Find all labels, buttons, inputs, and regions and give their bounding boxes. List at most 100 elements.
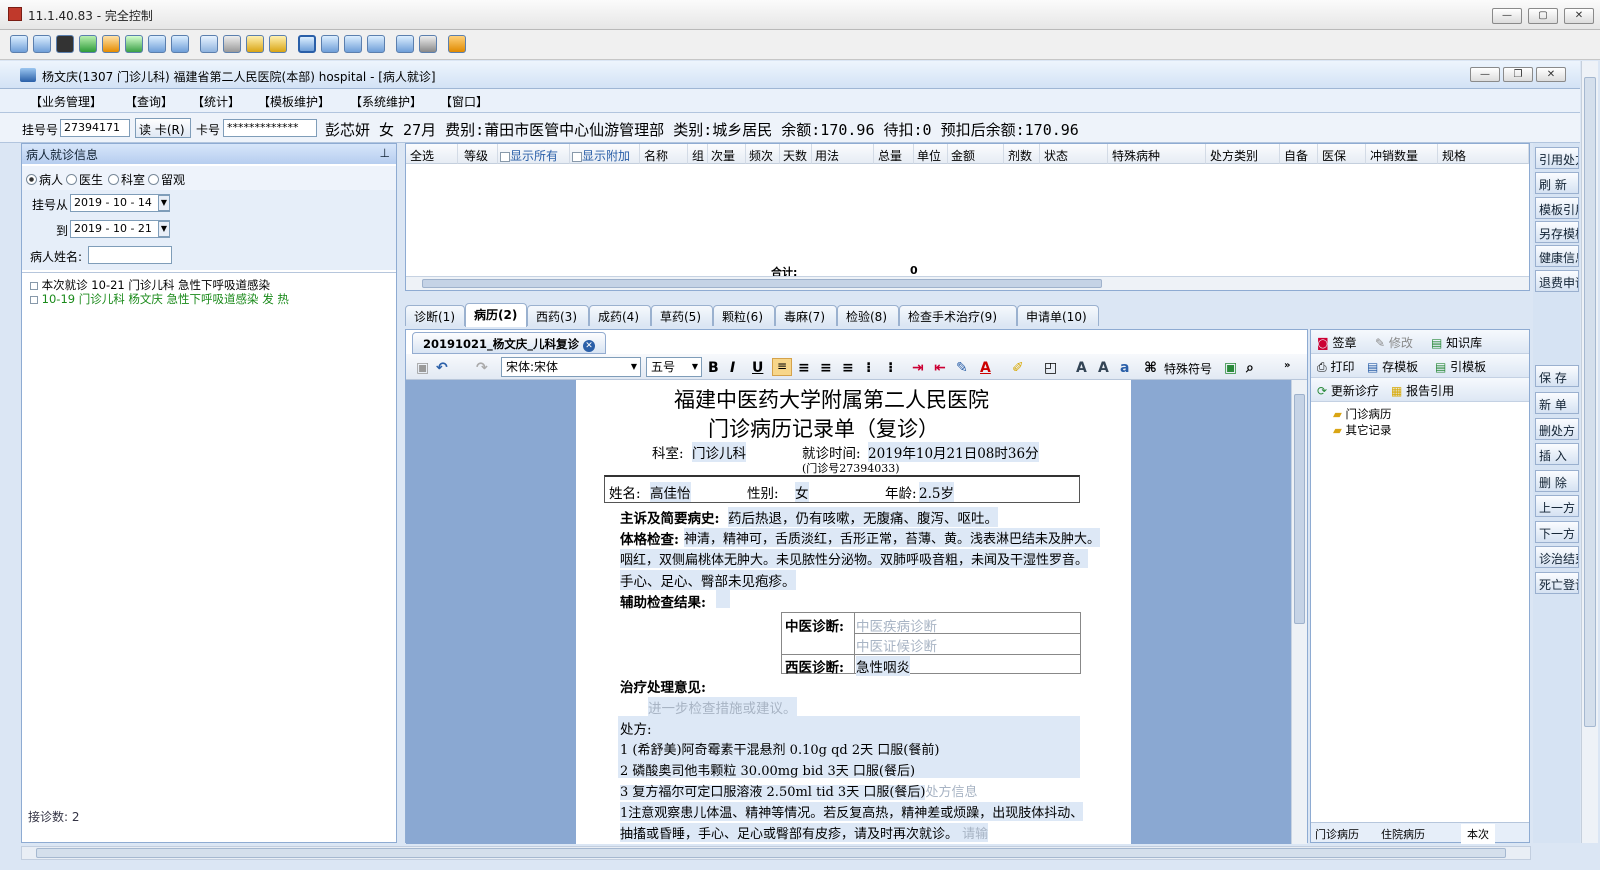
fit-icon[interactable]	[321, 35, 339, 53]
print-button[interactable]: ⎙ 打印	[1317, 358, 1354, 375]
copy-icon[interactable]	[396, 35, 414, 53]
expand-icon[interactable]	[30, 281, 38, 290]
bold-icon[interactable]: B	[708, 360, 719, 376]
tree-outpatient-record[interactable]: ▰ 门诊病历	[1333, 406, 1392, 422]
font-color-icon[interactable]: A	[980, 360, 991, 376]
align-left-icon[interactable]: ≡	[772, 358, 792, 376]
tab-herbal-medicine[interactable]: 草药(5)	[651, 305, 713, 326]
use-template-button[interactable]: ▤ 引模板	[1435, 358, 1486, 375]
chevron-down-icon[interactable]: ▼	[158, 195, 170, 211]
menu-system[interactable]: 【系统维护】	[350, 93, 422, 110]
indent-icon[interactable]: ⇥	[912, 360, 924, 376]
chat-icon[interactable]	[125, 35, 143, 53]
tab-medical-record[interactable]: 病历(2)	[465, 303, 527, 327]
template-quote-button[interactable]: 模板引用	[1535, 197, 1579, 219]
new-order-button[interactable]: 新 单	[1535, 392, 1579, 414]
scroll-thumb[interactable]	[1584, 77, 1596, 727]
tree-other-records[interactable]: ▰ 其它记录	[1333, 422, 1392, 438]
search-icon[interactable]: ⌕	[1246, 360, 1254, 376]
health-info-button[interactable]: 健康信息	[1535, 245, 1579, 267]
font-shrink-icon[interactable]: A	[1098, 360, 1109, 376]
tab-outpatient-record[interactable]: 门诊病历	[1315, 826, 1359, 842]
insert-icon[interactable]: ▣	[1224, 360, 1237, 376]
users-icon[interactable]	[223, 35, 241, 53]
message-icon[interactable]	[171, 35, 189, 53]
expand-icon[interactable]	[30, 295, 38, 304]
fullscreen-icon[interactable]	[298, 35, 316, 53]
upload-icon[interactable]	[200, 35, 218, 53]
screen-icon[interactable]	[33, 35, 51, 53]
tcm-disease-field[interactable]: 中医疾病诊断	[856, 615, 937, 635]
delete-rx-button[interactable]: 删处方	[1535, 418, 1579, 440]
radio-dept[interactable]: 科室	[108, 171, 145, 188]
lock-icon[interactable]	[269, 35, 287, 53]
main-vscroll[interactable]	[1581, 61, 1598, 843]
next-rx-button[interactable]: 下一方	[1535, 521, 1579, 543]
font-size-select[interactable]: 五号 ▼	[646, 357, 702, 377]
font-name-select[interactable]: 宋体:宋体 ▼	[501, 357, 641, 377]
wm-diagnosis[interactable]: 急性咽炎	[856, 656, 910, 676]
transfer-icon[interactable]	[79, 35, 97, 53]
more-icon[interactable]: »	[1284, 360, 1290, 371]
tree-item-previous[interactable]: 10-19 门诊儿科 杨文庆 急性下呼吸道感染 发 热	[30, 291, 289, 307]
modify-button[interactable]: ✎ 修改	[1375, 334, 1413, 351]
font-grow-icon[interactable]: A	[1076, 360, 1087, 376]
align-right-icon[interactable]: ≡	[820, 360, 832, 376]
scroll-thumb[interactable]	[422, 279, 1102, 288]
prev-rx-button[interactable]: 上一方	[1535, 495, 1579, 517]
knowledge-base-button[interactable]: ▤ 知识库	[1431, 334, 1482, 351]
close-button[interactable]: ✕	[1564, 8, 1594, 24]
app-restore-button[interactable]: ❐	[1503, 67, 1533, 82]
format-brush-icon[interactable]: ✎	[956, 360, 968, 376]
col-show-all[interactable]: 显示所有	[498, 144, 570, 164]
grid-hscroll[interactable]	[406, 276, 1529, 290]
phone-icon[interactable]	[148, 35, 166, 53]
treatment-hint[interactable]: 进一步检查措施或建议。	[648, 697, 797, 717]
folder-icon[interactable]	[246, 35, 264, 53]
card-number-input[interactable]: *************	[223, 119, 317, 137]
close-icon[interactable]: ✕	[583, 340, 596, 352]
tab-exam-surgery[interactable]: 检查手术治疗(9)	[899, 305, 1017, 326]
maximize-button[interactable]: ▢	[1528, 8, 1558, 24]
terminal-icon[interactable]	[56, 35, 74, 53]
undo-icon[interactable]: ↶	[436, 360, 448, 376]
justify-icon[interactable]: ≡	[842, 360, 854, 376]
menu-window[interactable]: 【窗口】	[440, 93, 488, 110]
radio-doctor[interactable]: 医生	[66, 171, 103, 188]
from-date-picker[interactable]: 2019 - 10 - 14	[70, 194, 170, 212]
tab-narcotics[interactable]: 毒麻(7)	[775, 305, 837, 326]
scroll-thumb[interactable]	[1294, 394, 1305, 624]
editor-vscroll[interactable]	[1291, 380, 1307, 844]
save-template-button[interactable]: ▤ 存模板	[1367, 358, 1418, 375]
tab-diagnosis[interactable]: 诊断(1)	[405, 305, 465, 326]
align-center-icon[interactable]: ≡	[798, 360, 810, 376]
highlight-icon[interactable]: ✐	[1012, 360, 1024, 376]
read-card-button[interactable]: 读 卡(R)	[135, 118, 191, 138]
window-icon[interactable]	[344, 35, 362, 53]
update-diagnosis-button[interactable]: ⟳ 更新诊疗	[1317, 382, 1379, 399]
tools-icon[interactable]	[419, 35, 437, 53]
scale-icon[interactable]	[367, 35, 385, 53]
document-tab[interactable]: 20191021_杨文庆_儿科复诊 ✕	[412, 332, 607, 354]
outdent-icon[interactable]: ⇤	[934, 360, 946, 376]
tab-inpatient-record[interactable]: 住院病历	[1381, 826, 1425, 842]
italic-icon[interactable]: I	[730, 360, 735, 376]
menu-business[interactable]: 【业务管理】	[30, 93, 102, 110]
border-icon[interactable]: ◰	[1044, 360, 1057, 376]
reg-number-input[interactable]: 27394171	[60, 119, 130, 137]
tab-granules[interactable]: 颗粒(6)	[713, 305, 775, 326]
radio-observation[interactable]: 留观	[148, 171, 185, 188]
redo-icon[interactable]: ↷	[476, 360, 488, 376]
col-select-all[interactable]: 全选	[406, 144, 458, 164]
numbered-list-icon[interactable]: ⁝	[866, 360, 871, 376]
tab-patent-medicine[interactable]: 成药(4)	[589, 305, 651, 326]
menu-statistics[interactable]: 【统计】	[192, 93, 240, 110]
death-register-button[interactable]: 死亡登记	[1535, 572, 1579, 594]
refresh-button[interactable]: 刷 新	[1535, 172, 1579, 194]
chevron-down-icon[interactable]: ▼	[158, 221, 170, 237]
radio-patient[interactable]: 病人	[26, 171, 63, 188]
col-show-extra[interactable]: 显示附加	[570, 144, 640, 164]
tab-request-form[interactable]: 申请单(10)	[1017, 305, 1099, 326]
monitor-icon[interactable]	[10, 35, 28, 53]
aux-field[interactable]	[716, 590, 730, 608]
